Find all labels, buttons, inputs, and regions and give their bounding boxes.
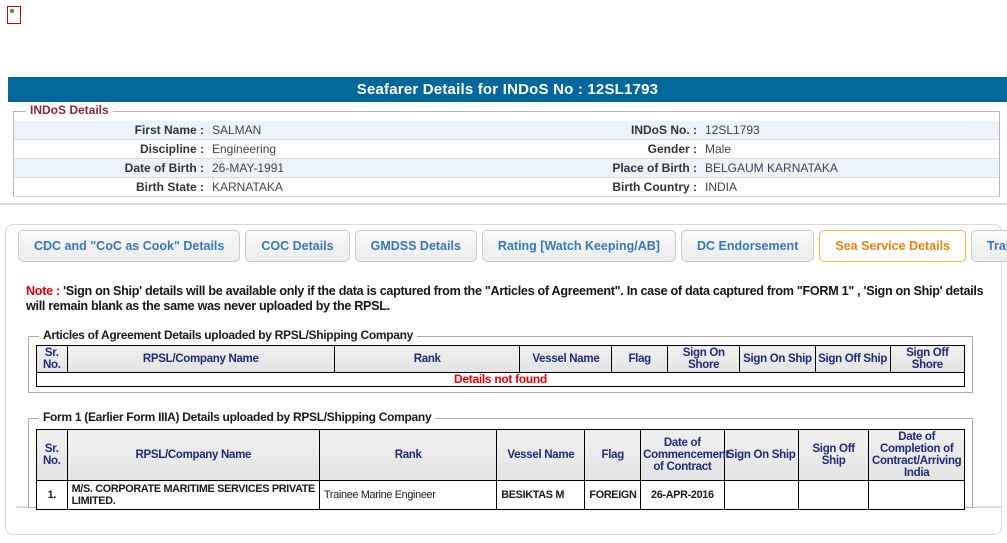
broken-image-icon <box>7 6 21 24</box>
articles-of-agreement-table: Sr. No. RPSL/Company Name Rank Vessel Na… <box>36 345 965 387</box>
sign-on-ship-note: Note : 'Sign on Ship' details will be av… <box>26 284 985 314</box>
tab-training-details[interactable]: Training Details <box>971 230 1007 262</box>
date-of-birth-label: Date of Birth : <box>14 159 204 177</box>
col-rpsl-company-name: RPSL/Company Name <box>67 430 319 481</box>
col-date-of-commencement: Date of Commencement of Contract <box>641 430 725 481</box>
tab-dc-endorsement[interactable]: DC Endorsement <box>681 230 814 262</box>
place-of-birth-value: BELGAUM KARNATAKA <box>697 159 999 177</box>
date-of-birth-value: 26-MAY-1991 <box>204 159 500 177</box>
discipline-label: Discipline : <box>14 140 204 158</box>
cell-commencement-date: 26-APR-2016 <box>641 481 725 510</box>
indos-no-value: 12SL1793 <box>697 121 999 139</box>
birth-state-label: Birth State : <box>14 178 204 196</box>
indos-row: First Name : SALMAN INDoS No. : 12SL1793 <box>14 121 999 140</box>
first-name-label: First Name : <box>14 121 204 139</box>
discipline-value: Engineering <box>204 140 500 158</box>
tab-coc-details[interactable]: COC Details <box>245 230 349 262</box>
indos-row: Discipline : Engineering Gender : Male <box>14 140 999 159</box>
form1-fieldset: Form 1 (Earlier Form IIIA) Details uploa… <box>28 418 973 508</box>
col-rpsl-company-name: RPSL/Company Name <box>67 346 334 373</box>
gender-label: Gender : <box>500 140 697 158</box>
cell-completion-date <box>869 481 965 510</box>
page-title: Seafarer Details for INDoS No : 12SL1793 <box>8 77 1007 102</box>
note-text: 'Sign on Ship' details will be available… <box>26 284 983 313</box>
tab-cdc-coc-as-cook-details[interactable]: CDC and "CoC as Cook" Details <box>18 230 240 262</box>
articles-of-agreement-legend: Articles of Agreement Details uploaded b… <box>39 328 417 342</box>
cell-vessel-name: BESIKTAS M <box>497 481 585 510</box>
cell-sign-on-ship <box>724 481 798 510</box>
col-sign-off-shore: Sign Off Shore <box>890 346 964 373</box>
col-vessel-name: Vessel Name <box>497 430 585 481</box>
tab-strip: CDC and "CoC as Cook" Details COC Detail… <box>18 230 1001 262</box>
col-sign-off-ship: Sign Off Ship <box>815 346 890 373</box>
cell-rank: Trainee Marine Engineer <box>320 481 497 510</box>
horizontal-divider <box>0 203 1007 205</box>
indos-row: Birth State : KARNATAKA Birth Country : … <box>14 178 999 197</box>
table-row: 1. M/S. CORPORATE MARITIME SERVICES PRIV… <box>37 481 965 510</box>
tab-gmdss-details[interactable]: GMDSS Details <box>355 230 477 262</box>
cell-company-name: M/S. CORPORATE MARITIME SERVICES PRIVATE… <box>67 481 319 510</box>
birth-state-value: KARNATAKA <box>204 178 500 196</box>
cell-sign-off-ship <box>798 481 869 510</box>
note-prefix: Note : <box>26 284 60 298</box>
birth-country-value: INDIA <box>697 178 999 196</box>
indos-details-fieldset: INDoS Details First Name : SALMAN INDoS … <box>13 111 1000 197</box>
col-sr-no: Sr. No. <box>37 430 68 481</box>
col-sign-on-ship: Sign On Ship <box>740 346 815 373</box>
place-of-birth-label: Place of Birth : <box>500 159 697 177</box>
indos-details-legend: INDoS Details <box>26 103 113 117</box>
first-name-value: SALMAN <box>204 121 500 139</box>
empty-row: Details not found <box>37 373 965 387</box>
details-not-found-message: Details not found <box>37 373 965 387</box>
gender-value: Male <box>697 140 999 158</box>
col-sr-no: Sr. No. <box>37 346 68 373</box>
form1-table: Sr. No. RPSL/Company Name Rank Vessel Na… <box>36 429 965 510</box>
table-header-row: Sr. No. RPSL/Company Name Rank Vessel Na… <box>37 430 965 481</box>
indos-row: Date of Birth : 26-MAY-1991 Place of Bir… <box>14 159 999 178</box>
articles-of-agreement-fieldset: Articles of Agreement Details uploaded b… <box>28 336 973 393</box>
col-rank: Rank <box>334 346 520 373</box>
cell-flag: FOREIGN <box>585 481 641 510</box>
col-flag: Flag <box>612 346 668 373</box>
col-sign-on-shore: Sign On Shore <box>668 346 740 373</box>
col-date-of-completion: Date of Completion of Contract/Arriving … <box>869 430 965 481</box>
tab-rating-watch-keeping-ab[interactable]: Rating [Watch Keeping/AB] <box>482 230 676 262</box>
tab-sea-service-details[interactable]: Sea Service Details <box>819 230 966 262</box>
col-sign-off-ship: Sign Off Ship <box>798 430 869 481</box>
indos-no-label: INDoS No. : <box>500 121 697 139</box>
birth-country-label: Birth Country : <box>500 178 697 196</box>
col-sign-on-ship: Sign On Ship <box>724 430 798 481</box>
cell-sr-no: 1. <box>37 481 68 510</box>
indos-details-grid: First Name : SALMAN INDoS No. : 12SL1793… <box>14 121 999 197</box>
form1-legend: Form 1 (Earlier Form IIIA) Details uploa… <box>39 410 435 424</box>
col-flag: Flag <box>585 430 641 481</box>
col-vessel-name: Vessel Name <box>520 346 612 373</box>
table-header-row: Sr. No. RPSL/Company Name Rank Vessel Na… <box>37 346 965 373</box>
col-rank: Rank <box>320 430 497 481</box>
